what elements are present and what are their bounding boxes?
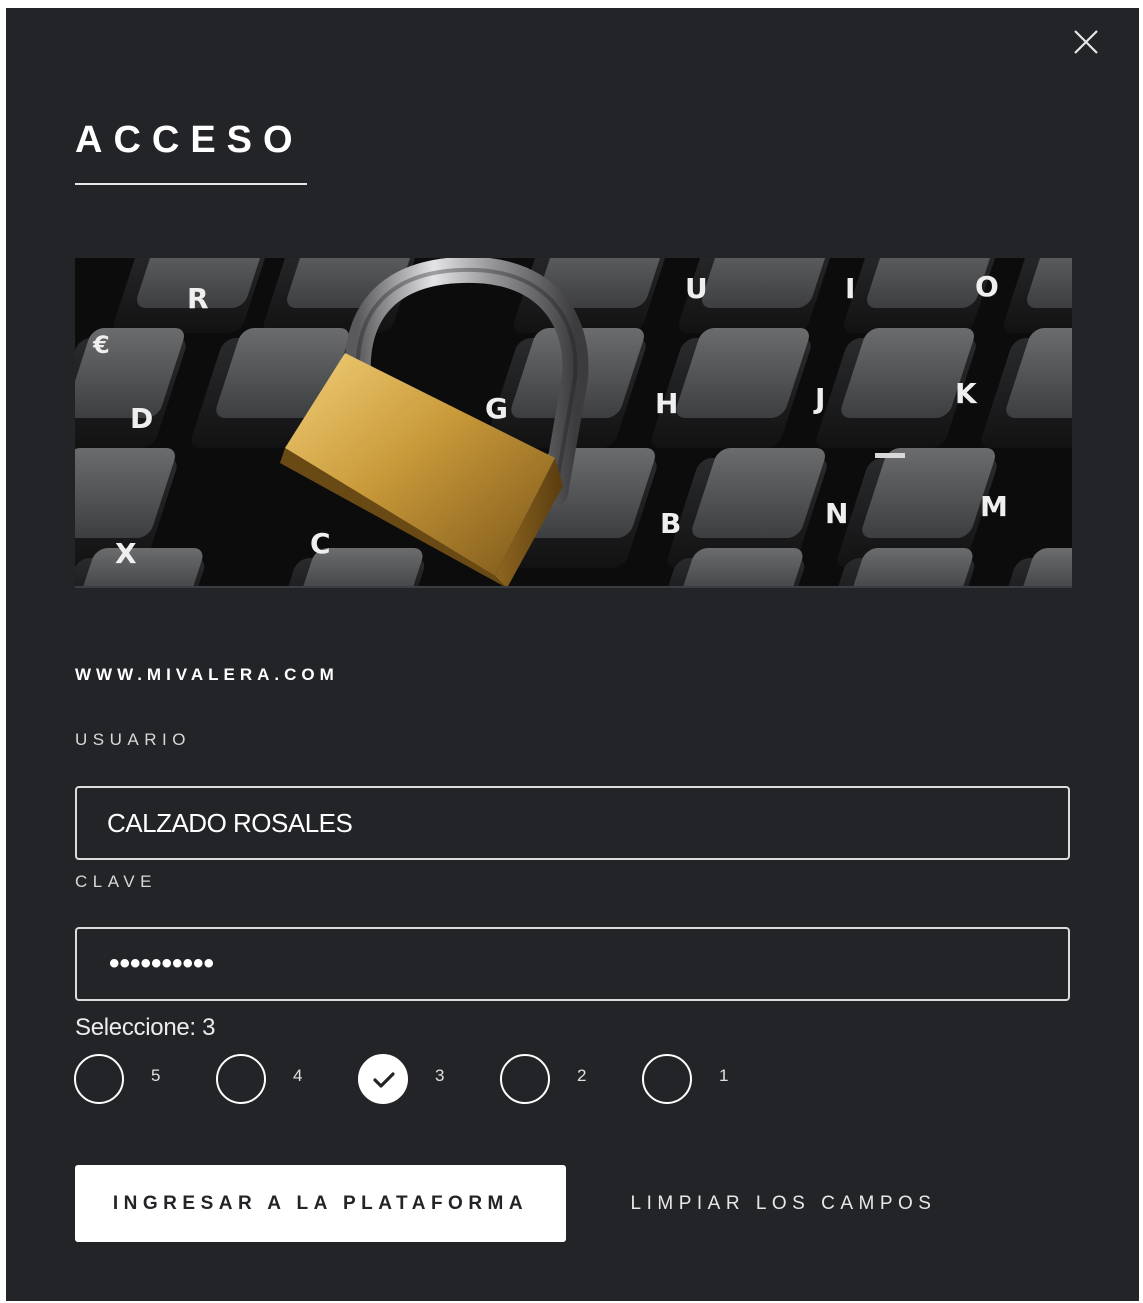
- user-field[interactable]: CALZADO ROSALES: [75, 786, 1070, 860]
- password-field[interactable]: ••••••••••: [75, 927, 1070, 1001]
- dialog-title: ACCESO: [75, 119, 304, 161]
- radio-label-5: 5: [151, 1066, 161, 1085]
- radio-option-2[interactable]: [500, 1054, 550, 1104]
- padlock-keyboard-image: R U I O € D G H J K X C B N M: [75, 258, 1072, 588]
- submit-button[interactable]: INGRESAR A LA PLATAFORMA: [75, 1165, 566, 1242]
- user-field-value: CALZADO ROSALES: [107, 808, 353, 838]
- svg-text:G: G: [485, 392, 508, 425]
- radio-option-5[interactable]: [74, 1054, 124, 1104]
- svg-text:X: X: [115, 537, 137, 570]
- svg-text:R: R: [187, 282, 209, 315]
- site-url: WWW.MIVALERA.COM: [75, 665, 339, 684]
- svg-text:N: N: [825, 497, 848, 530]
- radio-label-3: 3: [435, 1066, 445, 1085]
- radio-label-2: 2: [577, 1066, 587, 1085]
- radio-label-4: 4: [293, 1066, 303, 1085]
- svg-text:K: K: [955, 377, 978, 410]
- password-label: CLAVE: [75, 872, 157, 891]
- svg-text:H: H: [655, 387, 678, 420]
- svg-text:J: J: [813, 382, 825, 415]
- user-label: USUARIO: [75, 730, 191, 749]
- radio-option-1[interactable]: [642, 1054, 692, 1104]
- radio-label-1: 1: [719, 1066, 729, 1085]
- password-field-value: ••••••••••: [109, 947, 215, 980]
- svg-text:O: O: [975, 270, 999, 303]
- svg-text:C: C: [310, 527, 331, 560]
- title-underline: [75, 183, 307, 185]
- svg-text:M: M: [980, 490, 1008, 523]
- radio-option-3[interactable]: [358, 1054, 408, 1104]
- svg-text:B: B: [660, 507, 681, 540]
- svg-text:I: I: [845, 272, 855, 305]
- login-dialog: ACCESO R U I O € D G H J K X C B N M WWW…: [6, 8, 1139, 1301]
- radio-option-4[interactable]: [216, 1054, 266, 1104]
- selection-label: Seleccione: 3: [75, 1014, 216, 1041]
- svg-text:€: €: [92, 331, 110, 359]
- checkmark-icon: [373, 1072, 395, 1088]
- svg-text:D: D: [130, 402, 153, 435]
- clear-fields-button[interactable]: LIMPIAR LOS CAMPOS: [596, 1165, 971, 1242]
- close-icon[interactable]: [1070, 26, 1102, 58]
- svg-text:U: U: [685, 272, 708, 305]
